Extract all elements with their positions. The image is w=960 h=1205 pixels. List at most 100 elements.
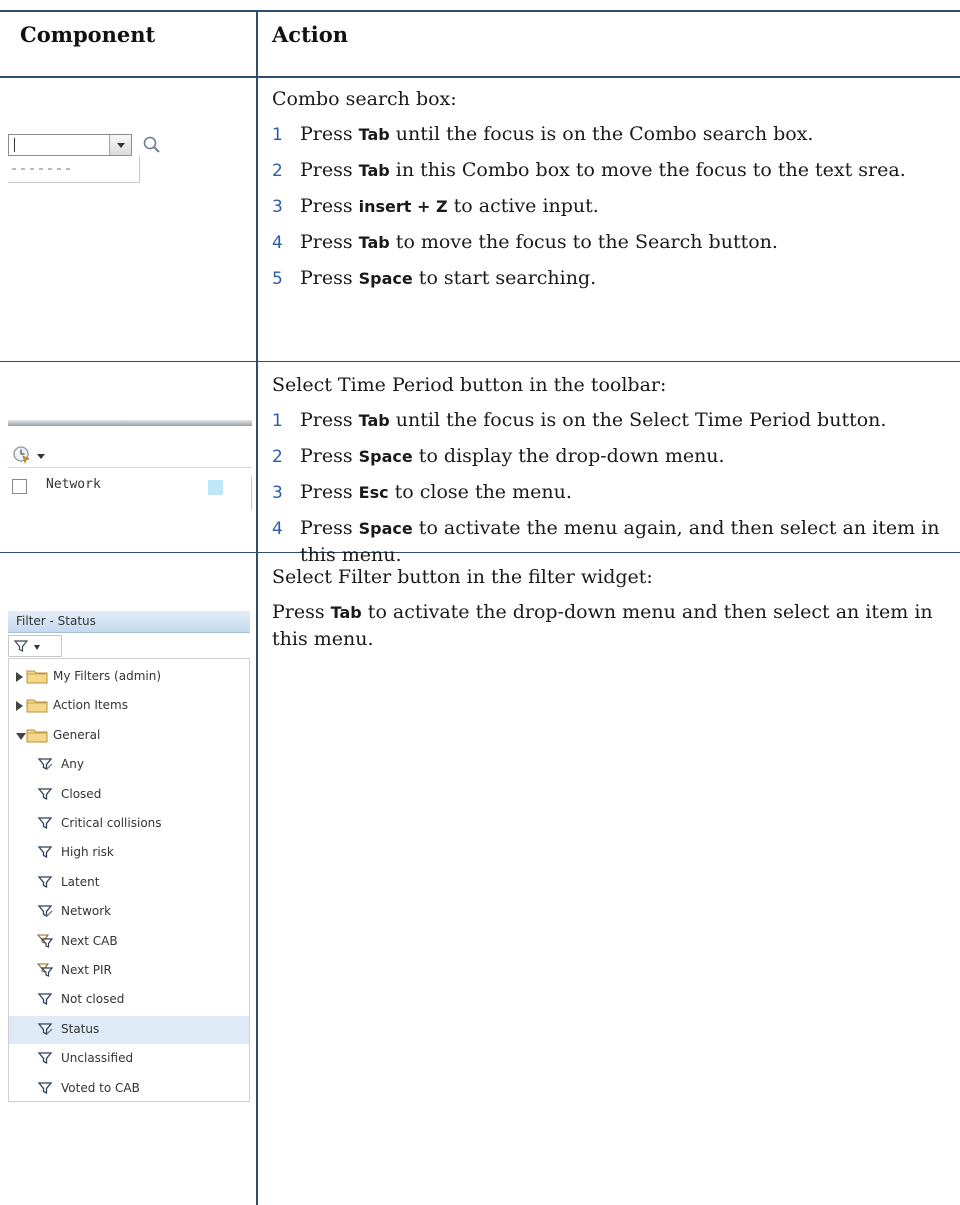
chevron-right-icon[interactable] bbox=[16, 672, 23, 682]
tree-item-label: Unclassified bbox=[61, 1051, 134, 1066]
tree-filter-item[interactable]: Any bbox=[9, 751, 249, 779]
tree-filter-item[interactable]: High risk bbox=[9, 839, 249, 867]
chevron-down-icon[interactable] bbox=[37, 454, 45, 459]
tree-item-label: My Filters (admin) bbox=[53, 669, 162, 683]
tree-item-label: Next PIR bbox=[61, 963, 112, 977]
combo-search-input[interactable] bbox=[8, 134, 132, 156]
table-top-rule bbox=[0, 10, 960, 12]
tree-filter-item[interactable]: Next PIR bbox=[9, 957, 249, 985]
key-name: Space bbox=[358, 269, 413, 288]
chevron-right-icon[interactable] bbox=[16, 701, 23, 712]
tree-filter-item[interactable]: Status bbox=[9, 1015, 249, 1044]
folder-icon bbox=[26, 699, 48, 713]
select-filter-button[interactable] bbox=[8, 635, 62, 657]
tree-filter-item[interactable]: Unclassified bbox=[9, 1045, 249, 1073]
tree-item-label: Latent bbox=[61, 874, 100, 889]
step-number: 4 bbox=[272, 233, 283, 253]
filter-icon bbox=[37, 1081, 53, 1094]
key-name: Tab bbox=[330, 603, 362, 622]
filter-icon bbox=[37, 1052, 53, 1065]
filter-icon bbox=[37, 787, 53, 800]
row-intro: Combo search box: bbox=[272, 88, 457, 110]
shortcut-table: Component Action Combo search box: 1 Pres… bbox=[0, 0, 960, 1205]
step-number: 5 bbox=[272, 269, 283, 289]
filter-widget-title: Filter - Status bbox=[16, 614, 96, 628]
key-name: Space bbox=[358, 447, 413, 466]
step-item: 3 Press Esc to close the menu. bbox=[272, 479, 952, 506]
tree-item-label: Not closed bbox=[61, 992, 125, 1007]
step-item: 2 Press Tab in this Combo box to move the… bbox=[272, 157, 952, 184]
column-divider bbox=[256, 10, 258, 1205]
key-name: Tab bbox=[358, 161, 390, 180]
row-combo-action: Combo search box: 1 Press Tab until the f… bbox=[272, 86, 952, 301]
step-number: 4 bbox=[272, 519, 283, 539]
color-swatch bbox=[208, 480, 223, 495]
key-name: Tab bbox=[358, 411, 390, 430]
filter-icon bbox=[37, 876, 53, 888]
filter-icon bbox=[37, 817, 53, 830]
chevron-down-icon[interactable] bbox=[16, 732, 26, 740]
tree-folder-item[interactable]: General bbox=[9, 722, 249, 750]
search-icon bbox=[143, 136, 160, 153]
tree-filter-item[interactable]: Closed bbox=[9, 781, 249, 809]
filter-widget-header: Filter - Status bbox=[8, 611, 250, 633]
tree-folder-item[interactable]: My Filters (admin) bbox=[9, 663, 249, 691]
header-rule bbox=[0, 76, 960, 78]
tree-item-label: Next CAB bbox=[61, 933, 118, 948]
text-caret bbox=[14, 138, 15, 152]
tree-item-label: High risk bbox=[61, 845, 114, 860]
tree-filter-item[interactable]: Network bbox=[9, 898, 249, 926]
separator bbox=[8, 467, 252, 468]
editable-filter-icon bbox=[37, 905, 53, 918]
tree-item-label: Network bbox=[61, 904, 112, 919]
folder-icon bbox=[26, 670, 48, 684]
filter-tree: My Filters (admin) Action Items General Any… bbox=[8, 658, 250, 1102]
toolbar-strip bbox=[8, 420, 252, 426]
step-item: 4 Press Space to activate the menu again,… bbox=[272, 517, 940, 566]
row-intro: Select Time Period button in the toolbar… bbox=[272, 374, 667, 396]
step-number: 1 bbox=[272, 125, 283, 145]
tree-filter-item[interactable]: Voted to CAB bbox=[9, 1075, 249, 1103]
tree-item-label: Any bbox=[61, 757, 84, 772]
shared-filter-icon bbox=[37, 934, 53, 948]
tree-filter-item[interactable]: Not closed bbox=[9, 986, 249, 1014]
step-item: 1 Press Tab until the focus is on the Com… bbox=[272, 121, 952, 148]
tree-item-label: General bbox=[53, 727, 101, 742]
tree-item-label: Voted to CAB bbox=[61, 1080, 140, 1095]
key-name: Space bbox=[358, 519, 413, 538]
row-filter-action: Select Filter button in the filter widge… bbox=[272, 564, 952, 661]
tree-filter-item[interactable]: Critical collisions bbox=[9, 810, 249, 838]
header-action: Action bbox=[272, 22, 349, 47]
step-item: 2 Press Space to display the drop-down me… bbox=[272, 443, 952, 470]
tree-filter-item[interactable]: Latent bbox=[9, 869, 249, 897]
network-checkbox[interactable] bbox=[12, 479, 27, 494]
folder-icon bbox=[26, 729, 48, 743]
step-number: 3 bbox=[272, 197, 283, 217]
editable-filter-icon bbox=[37, 1023, 53, 1035]
header-component: Component bbox=[20, 22, 156, 47]
chevron-down-icon bbox=[34, 645, 40, 650]
filter-icon bbox=[13, 640, 29, 652]
select-time-period-button[interactable] bbox=[12, 445, 32, 465]
row-time-period-action: Select Time Period button in the toolbar… bbox=[272, 372, 952, 577]
tree-folder-item[interactable]: Action Items bbox=[9, 692, 249, 720]
network-label: Network bbox=[46, 477, 101, 492]
step-number: 2 bbox=[272, 447, 283, 467]
combo-dropdown-button[interactable] bbox=[109, 135, 131, 155]
search-button[interactable] bbox=[140, 134, 164, 156]
panel-edge bbox=[251, 476, 252, 510]
row-intro: Select Filter button in the filter widge… bbox=[272, 566, 653, 588]
tree-item-label: Status bbox=[61, 1021, 100, 1036]
row-rule-1 bbox=[0, 361, 960, 362]
step-number: 3 bbox=[272, 483, 283, 503]
step-item: 4 Press Tab to move the focus to the Sear… bbox=[272, 229, 952, 256]
tree-filter-item[interactable]: Next CAB bbox=[9, 928, 249, 956]
tree-item-label: Action Items bbox=[53, 698, 128, 713]
step-number: 2 bbox=[272, 161, 283, 181]
key-name: insert + Z bbox=[358, 197, 448, 216]
time-period-icon bbox=[13, 446, 30, 465]
step-number: 1 bbox=[272, 411, 283, 431]
step-item: 1 Press Tab until the focus is on the Sel… bbox=[272, 407, 952, 434]
shared-filter-icon bbox=[37, 963, 53, 977]
editable-filter-icon bbox=[37, 758, 53, 771]
